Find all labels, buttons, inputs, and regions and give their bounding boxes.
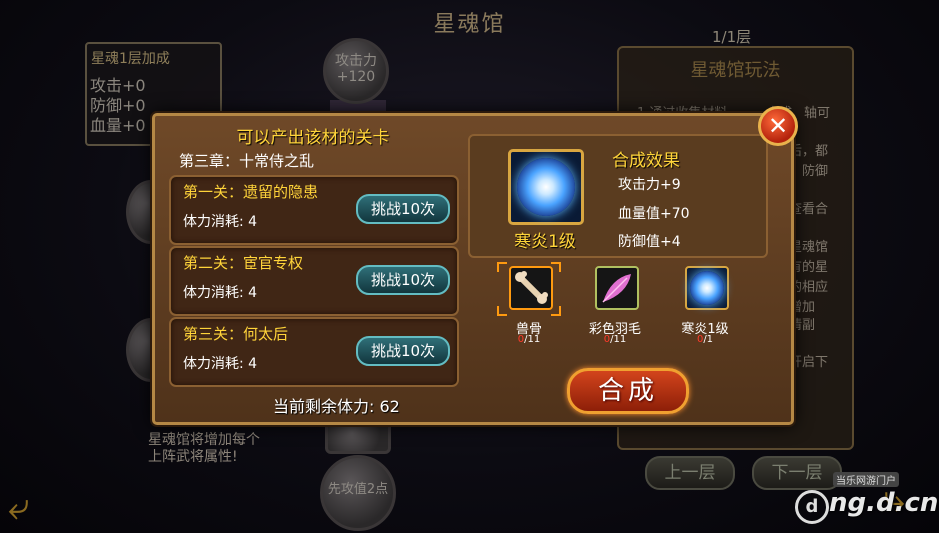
selection-corner	[497, 306, 507, 316]
stage-stamina-cost: 体力消耗: 4	[183, 211, 257, 231]
effect-stat-defense: 防御值+4	[618, 234, 681, 250]
rules-text: 后，都	[789, 144, 829, 159]
material-frame	[685, 266, 729, 310]
stage-card: 第一关：遗留的隐患 体力消耗: 4 挑战10次	[169, 175, 459, 245]
star-node-connector-bottom	[325, 420, 391, 454]
hall-description-line: 上阵武将属性!	[148, 449, 238, 465]
selection-corner	[497, 262, 507, 272]
synthesis-dialog: 可以产出该材的关卡 第三章：十常侍之乱 第一关：遗留的隐患 体力消耗: 4 挑战…	[152, 113, 794, 425]
material-count: 0/1	[675, 334, 735, 345]
drop-stages-panel: 可以产出该材的关卡 第三章：十常侍之乱 第一关：遗留的隐患 体力消耗: 4 挑战…	[169, 121, 459, 389]
stamina-cost-label: 体力消耗:	[183, 285, 244, 301]
hall-description: 星魂馆将增加每个 上阵武将属性!	[148, 432, 260, 466]
stage-card: 第二关：宦官专权 体力消耗: 4 挑战10次	[169, 246, 459, 316]
challenge-10-button[interactable]: 挑战10次	[356, 336, 450, 366]
hall-description-line: 星魂馆将增加每个	[148, 432, 260, 448]
stamina-cost-label: 体力消耗:	[183, 214, 244, 230]
stage-stamina-cost: 体力消耗: 4	[183, 282, 257, 302]
rules-text: 轴可	[804, 106, 831, 121]
rules-text: 的相应	[789, 280, 829, 295]
material-frame	[509, 266, 553, 310]
synthesis-effect-panel: 寒炎1级 合成效果 攻击力+9 血量值+70 防御值+4	[468, 134, 768, 258]
challenge-10-button[interactable]: 挑战10次	[356, 265, 450, 295]
feather-icon	[602, 274, 631, 303]
remaining-stamina: 当前剩余体力: 62	[273, 393, 400, 417]
material-required: /11	[524, 334, 541, 345]
star-node-attack[interactable]: 攻击力 +120	[323, 38, 389, 104]
rules-text: 星魂馆	[789, 240, 829, 255]
stage-stamina-cost: 体力消耗: 4	[183, 353, 257, 373]
material-count: 0/11	[585, 334, 645, 345]
material-slot[interactable]: 彩色羽毛 0/11	[585, 266, 645, 356]
chapter-label: 第三章：十常侍之乱	[179, 152, 315, 170]
synthesize-button[interactable]: 合成	[567, 368, 689, 414]
bone-icon	[515, 271, 548, 304]
prev-floor-button[interactable]: 上一层	[645, 456, 735, 490]
screen-title: 星魂馆	[433, 12, 506, 37]
floor-bonus-title: 星魂1层加成	[91, 51, 170, 67]
material-required: /1	[703, 334, 714, 345]
effect-stat-attack: 攻击力+9	[618, 177, 681, 193]
rules-text: ，防御	[789, 164, 829, 179]
result-item-frame	[508, 149, 584, 225]
star-node-label: 先攻值2点	[327, 482, 389, 497]
material-count: 0/11	[499, 334, 559, 345]
close-icon[interactable]: ✕	[758, 106, 798, 146]
stage-name: 第二关：宦官专权	[183, 254, 304, 272]
watermark-domain: ng.d.cn	[829, 488, 939, 518]
frost-orb-icon	[690, 271, 724, 305]
result-item-name: 寒炎1级	[514, 232, 576, 252]
site-logo-icon: d	[795, 490, 829, 524]
bonus-hp: 血量+0	[90, 116, 146, 135]
rules-text: 查看合	[789, 202, 829, 217]
remaining-stamina-value: 62	[379, 397, 400, 416]
watermark-caption: 当乐网游门户	[833, 472, 899, 487]
material-frame	[595, 266, 639, 310]
effect-stat-hp: 血量值+70	[618, 206, 690, 222]
stamina-cost-label: 体力消耗:	[183, 356, 244, 372]
drop-stages-title: 可以产出该材的关卡	[236, 128, 390, 148]
star-node-label: 攻击力	[335, 53, 377, 69]
star-node-value: +120	[336, 69, 376, 85]
stage-name: 第三关：何太后	[183, 325, 289, 343]
frost-orb-icon	[517, 158, 575, 216]
challenge-10-button[interactable]: 挑战10次	[356, 194, 450, 224]
stamina-cost-value: 4	[248, 214, 258, 230]
stage-card: 第三关：何太后 体力消耗: 4 挑战10次	[169, 317, 459, 387]
material-slot[interactable]: 寒炎1级 0/1	[675, 266, 735, 356]
remaining-stamina-label: 当前剩余体力:	[273, 397, 375, 416]
stamina-cost-value: 4	[248, 356, 258, 372]
rules-text: 开启下	[789, 355, 829, 370]
bonus-attack: 攻击+0	[90, 76, 146, 95]
back-arrow-icon[interactable]: ⤶	[8, 484, 29, 529]
bonus-defense: 防御+0	[90, 96, 146, 115]
rules-text: 有的星	[789, 260, 829, 275]
rules-title: 星魂馆玩法	[690, 60, 781, 81]
material-slot[interactable]: 兽骨 0/11	[497, 262, 561, 356]
floor-indicator: 1/1层	[712, 28, 752, 46]
stamina-cost-value: 4	[248, 285, 258, 301]
star-node-initiative[interactable]: 先攻值2点	[320, 455, 396, 531]
material-required: /11	[610, 334, 627, 345]
site-watermark: d 当乐网游门户 ng.d.cn	[789, 472, 938, 527]
stage-name: 第一关：遗留的隐患	[183, 183, 319, 201]
synthesis-effect-title: 合成效果	[612, 151, 680, 171]
